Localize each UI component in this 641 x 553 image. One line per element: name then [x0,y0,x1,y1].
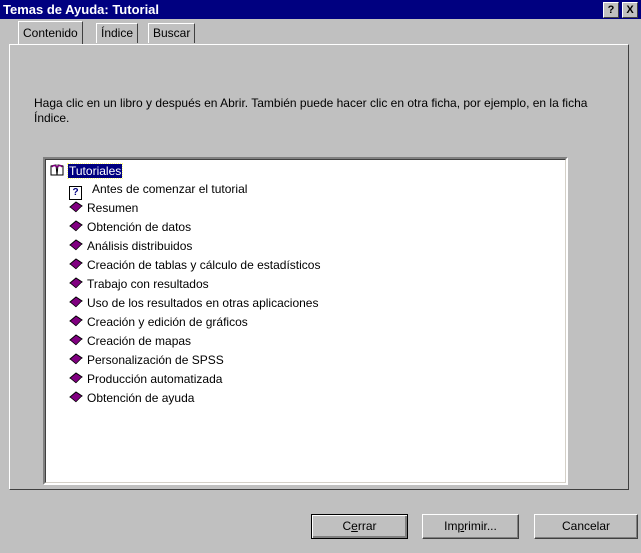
tree-root[interactable]: Tutoriales [50,163,124,179]
close-button-label-c: rrar [357,519,377,533]
cancel-button[interactable]: Cancelar [534,514,638,539]
title-bar[interactable]: Temas de Ayuda: Tutorial ? X [0,0,641,19]
tree-item-label: Obtención de ayuda [87,391,195,405]
book-icon [69,201,83,214]
tree-item-label: Análisis distribuidos [87,239,193,253]
book-icon [69,334,83,347]
tree-item-label: Antes de comenzar el tutorial [92,182,248,196]
help-button[interactable]: ? [603,2,619,18]
close-icon[interactable]: X [622,2,638,18]
close-button[interactable]: Cerrar [311,514,408,539]
contents-tree[interactable]: Tutoriales ? Antes de comenzar el tutoria… [43,157,568,485]
tree-item[interactable]: Uso de los resultados en otras aplicacio… [69,295,318,311]
tree-item[interactable]: Análisis distribuidos [69,238,192,254]
tree-frame: Tutoriales ? Antes de comenzar el tutoria… [45,159,566,483]
tree-item[interactable]: Resumen [69,200,138,216]
tree-item-label: Obtención de datos [87,220,192,234]
window-title: Temas de Ayuda: Tutorial [3,2,160,17]
book-icon [69,277,83,290]
book-icon [69,315,83,328]
tree-item-label: Producción automatizada [87,372,223,386]
tab-indice[interactable]: Índice [96,23,139,43]
tree-item[interactable]: Personalización de SPSS [69,352,224,368]
tree-item-label: Personalización de SPSS [87,353,224,367]
tree-item-label: Creación y edición de gráficos [87,315,248,329]
close-button-label-a: C [342,519,352,533]
print-button-label-c: rimir... [464,519,497,533]
book-icon [69,258,83,271]
tree-item[interactable]: Obtención de datos [69,219,191,235]
open-book-icon [50,164,64,176]
tree-item-label: Resumen [87,201,139,215]
tree-item[interactable]: Producción automatizada [69,371,222,387]
tree-item[interactable]: ? Antes de comenzar el tutorial [69,181,248,200]
book-icon [69,391,83,404]
question-page-icon: ? [69,186,82,200]
tab-contenido[interactable]: Contenido [18,21,83,44]
tree-item[interactable]: Trabajo con resultados [69,276,209,292]
tab-buscar[interactable]: Buscar [148,23,196,43]
print-button[interactable]: Imprimir... [422,514,519,539]
close-button-label-b: e [351,519,358,533]
tree-item[interactable]: Creación de tablas y cálculo de estadíst… [69,257,320,273]
instructions-text: Haga clic en un libro y después en Abrir… [34,96,588,125]
book-icon [69,239,83,252]
print-button-label-a: Im [444,519,458,533]
tree-root-label: Tutoriales [66,163,124,179]
book-icon [69,296,83,309]
tree-item[interactable]: Creación de mapas [69,333,191,349]
tree-item[interactable]: Creación y edición de gráficos [69,314,248,330]
book-icon [69,353,83,366]
tree-item-label: Uso de los resultados en otras aplicacio… [87,296,319,310]
tree-item[interactable]: Obtención de ayuda [69,390,194,406]
tree-item-label: Creación de mapas [87,334,192,348]
book-icon [69,220,83,233]
book-icon [69,372,83,385]
tree-item-label: Creación de tablas y cálculo de estadíst… [87,258,321,272]
tree-item-label: Trabajo con resultados [87,277,209,291]
